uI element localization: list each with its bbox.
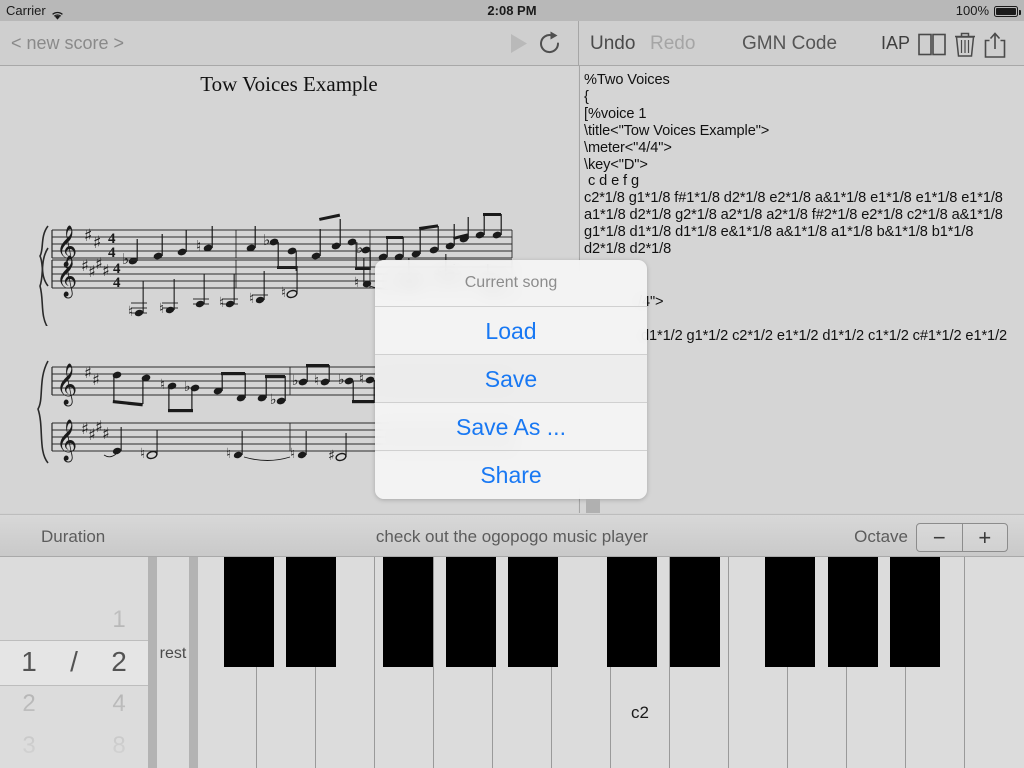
picker-option[interactable] — [90, 557, 148, 599]
piano-black-key[interactable] — [224, 557, 274, 667]
picker-spacer — [58, 599, 90, 641]
piano-key-label: c2 — [631, 703, 649, 722]
picker-option[interactable]: 4 — [90, 683, 148, 725]
octave-minus-button[interactable]: − — [917, 524, 963, 551]
svg-text:♮: ♮ — [314, 373, 319, 389]
trash-icon[interactable] — [954, 32, 976, 57]
svg-text:♮: ♮ — [140, 446, 145, 462]
gmn-code-text[interactable]: %Two Voices { [%voice 1 \title<"Tow Voic… — [584, 72, 1024, 258]
svg-text:♯: ♯ — [102, 424, 110, 443]
picker-option[interactable]: 8 — [90, 725, 148, 767]
piano-black-key[interactable] — [607, 557, 657, 667]
svg-text:♭: ♭ — [292, 373, 299, 389]
svg-text:4: 4 — [113, 275, 121, 291]
status-bar: Carrier 2:08 PM 100% — [0, 0, 1024, 21]
octave-plus-button[interactable]: + — [963, 524, 1008, 551]
svg-text:♭: ♭ — [338, 372, 345, 388]
piano-black-key[interactable] — [890, 557, 940, 667]
picker-option-selected[interactable]: 2 — [90, 641, 148, 683]
status-bar-time: 2:08 PM — [487, 3, 537, 18]
action-sheet-title: Current song — [464, 274, 558, 291]
picker-option[interactable]: 1 — [90, 599, 148, 641]
svg-text:♭: ♭ — [270, 392, 277, 408]
book-icon[interactable] — [918, 33, 946, 56]
app-root: Carrier 2:08 PM 100% < new score > Undo … — [0, 0, 1024, 768]
score-title: Tow Voices Example — [200, 72, 378, 96]
svg-text:♯: ♯ — [328, 448, 335, 464]
picker-option[interactable] — [0, 599, 58, 641]
svg-text:♭: ♭ — [184, 379, 191, 395]
toolbar-divider — [578, 21, 579, 66]
gmn-code-label: GMN Code — [742, 33, 838, 54]
action-sheet-arrow — [586, 499, 600, 513]
svg-text:♮: ♮ — [226, 446, 231, 462]
undo-button[interactable]: Undo — [590, 21, 635, 66]
piano-black-key[interactable] — [286, 557, 336, 667]
rest-divider-right — [189, 557, 198, 768]
action-sheet-item-load[interactable]: Load — [375, 306, 647, 354]
svg-text:♮: ♮ — [290, 446, 295, 462]
action-sheet-item-save[interactable]: Save — [375, 354, 647, 402]
action-sheet-popover: Current song Load Save Save As ... Share — [375, 260, 647, 499]
bottom-toolbar: Duration check out the ogopogo music pla… — [0, 514, 1024, 557]
battery-full-icon — [994, 6, 1021, 17]
svg-text:♮: ♮ — [359, 371, 364, 387]
picker-option-selected[interactable]: 1 — [0, 641, 58, 683]
svg-text:𝄞: 𝄞 — [56, 419, 77, 462]
picker-option[interactable] — [0, 557, 58, 599]
piano-black-key[interactable] — [508, 557, 558, 667]
svg-text:♮: ♮ — [159, 301, 164, 317]
play-icon[interactable] — [508, 32, 530, 55]
duration-picker[interactable]: 1 2 3 4 / 1 2 4 8 16 — [0, 557, 148, 768]
duration-picker-denominator-column[interactable]: 1 2 4 8 16 — [90, 557, 148, 768]
rest-key-label: rest — [159, 645, 187, 662]
svg-text:♮: ♮ — [219, 295, 224, 311]
action-sheet-item-save-as[interactable]: Save As ... — [375, 402, 647, 450]
svg-text:♮: ♮ — [128, 304, 133, 320]
duration-separator: / — [70, 646, 78, 677]
picker-spacer — [58, 557, 90, 599]
svg-text:𝄞: 𝄞 — [56, 255, 77, 298]
action-sheet-item-share[interactable]: Share — [375, 450, 647, 498]
picker-selection-line-bottom — [0, 685, 148, 686]
piano-black-key[interactable] — [828, 557, 878, 667]
svg-text:♮: ♮ — [281, 285, 286, 301]
gmn-code-hidden-meter: /4"> — [638, 294, 664, 310]
gmn-code-hidden-notes: d1*1/2 g1*1/2 c2*1/2 e1*1/2 d1*1/2 c1*1/… — [641, 328, 1008, 344]
svg-text:♯: ♯ — [84, 226, 92, 246]
picker-option[interactable]: 2 — [0, 683, 58, 725]
piano-black-key[interactable] — [765, 557, 815, 667]
status-bar-right: 100% — [955, 0, 1021, 21]
piano-black-key[interactable] — [670, 557, 720, 667]
piano-keyboard[interactable]: c2 — [198, 557, 1024, 768]
battery-percent-label: 100% — [955, 3, 989, 18]
reload-icon[interactable] — [538, 31, 562, 56]
picker-option[interactable]: 3 — [0, 725, 58, 767]
piano-white-key[interactable] — [965, 557, 1024, 768]
score-name-label[interactable]: < new score > — [11, 21, 124, 66]
svg-text:♯: ♯ — [92, 370, 100, 389]
main-toolbar: < new score > Undo Redo GMN Code IAP — [0, 21, 1024, 66]
piano-white-key[interactable] — [552, 557, 611, 768]
svg-text:♮: ♮ — [160, 377, 165, 393]
duration-picker-separator-column: / — [58, 557, 90, 768]
svg-text:♯: ♯ — [84, 363, 92, 382]
rest-key[interactable]: rest — [157, 557, 189, 768]
svg-text:♮: ♮ — [354, 275, 359, 291]
redo-button: Redo — [650, 33, 696, 54]
picker-selection-line-top — [0, 640, 148, 641]
rest-divider-left — [148, 557, 157, 768]
share-icon[interactable] — [984, 32, 1006, 58]
piano-black-key[interactable] — [446, 557, 496, 667]
svg-text:♮: ♮ — [249, 291, 254, 307]
svg-text:♯: ♯ — [102, 261, 110, 280]
octave-stepper[interactable]: − + — [916, 523, 1008, 552]
duration-picker-numerator-column[interactable]: 1 2 3 4 — [0, 557, 58, 768]
svg-text:𝄞: 𝄞 — [56, 363, 77, 406]
octave-label: Octave — [854, 527, 908, 546]
piano-black-key[interactable] — [383, 557, 433, 667]
iap-button[interactable]: IAP — [881, 21, 910, 66]
